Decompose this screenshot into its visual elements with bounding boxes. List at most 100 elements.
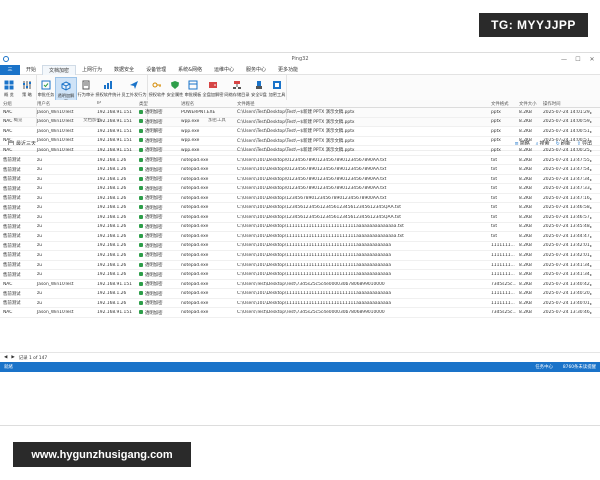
- row-expand-icon[interactable]: ▸: [590, 243, 600, 248]
- ribbon-button[interactable]: 网络存储目录: [224, 77, 250, 99]
- table-cell: zu: [37, 243, 43, 249]
- row-expand-icon[interactable]: ▸: [590, 148, 600, 153]
- column-header[interactable]: IP: [94, 101, 136, 106]
- table-row[interactable]: 售前测试 zu 192.168.1.26 透明加密 notepad.exe C:\User…: [0, 156, 600, 166]
- table-row[interactable]: 售前测试 zu 192.168.1.26 透明加密 notepad.exe C:\User…: [0, 289, 600, 299]
- table-row[interactable]: NAC Jason_Win10Test 192.168.91.151 透明加密 wpp.…: [0, 118, 600, 128]
- table-row[interactable]: 售前测试 zu 192.168.1.26 透明加密 notepad.exe C:\User…: [0, 184, 600, 194]
- row-expand-icon[interactable]: ▸: [590, 263, 600, 268]
- ribbon-button-label: 策 略: [22, 92, 32, 97]
- ribbon-button[interactable]: 行为审计: [77, 77, 95, 99]
- menu-item[interactable]: 更多功能: [272, 65, 304, 75]
- table-cell: NAC: [3, 147, 13, 153]
- table-cell: 透明加密: [136, 195, 178, 201]
- table-row[interactable]: 售前测试 zu 192.168.1.26 透明加密 notepad.exe C:\User…: [0, 203, 600, 214]
- table-cell: C:\Users\101\Desktop\0123456789012345678…: [237, 157, 387, 163]
- row-expand-icon[interactable]: ▸: [590, 177, 600, 182]
- table-row[interactable]: 售前测试 zu 192.168.1.26 透明加密 notepad.exe C:\User…: [0, 242, 600, 252]
- table-cell: zu: [37, 300, 43, 306]
- row-expand-icon[interactable]: ▸: [590, 196, 600, 201]
- ribbon-button[interactable]: 授权软件统计: [95, 77, 121, 99]
- column-header[interactable]: 用户名: [34, 101, 94, 107]
- table-row[interactable]: 售前测试 zu 192.168.1.26 透明加密 notepad.exe C:\User…: [0, 213, 600, 223]
- menu-item[interactable]: 运维中心: [208, 65, 240, 75]
- table-row[interactable]: 售前测试 zu 192.168.1.26 透明加密 notepad.exe C:\User…: [0, 223, 600, 233]
- row-expand-icon[interactable]: ▸: [590, 215, 600, 220]
- ribbon-button-label: 行为审计: [77, 92, 95, 97]
- menu-item[interactable]: 数据安全: [108, 65, 140, 75]
- row-expand-icon[interactable]: ▸: [590, 291, 600, 296]
- table-row[interactable]: 售前测试 zu 192.168.1.26 透明加密 notepad.exe C:\User…: [0, 194, 600, 204]
- menu-home-button[interactable]: 三: [0, 64, 20, 75]
- ribbon-button[interactable]: 安全属性: [166, 77, 184, 99]
- table-row[interactable]: 售前测试 zu 192.168.1.26 透明加密 notepad.exe C:\User…: [0, 232, 600, 242]
- row-expand-icon[interactable]: ▸: [590, 205, 600, 210]
- ribbon-button[interactable]: 员工外发行为: [121, 77, 147, 99]
- notification-link[interactable]: 8760条未读提醒: [563, 364, 596, 370]
- menu-item[interactable]: 设备管理: [140, 65, 172, 75]
- column-header[interactable]: 文件大小: [516, 101, 540, 107]
- ribbon-button[interactable]: 审批任务: [37, 77, 55, 99]
- table-row[interactable]: 售前测试 zu 192.168.1.26 透明加密 notepad.exe C:\User…: [0, 165, 600, 175]
- column-header[interactable]: 类型: [136, 101, 178, 107]
- maximize-icon[interactable]: ☐: [574, 55, 582, 63]
- table-cell: C:\Users\101\Desktop\1111111111111111111…: [237, 224, 404, 230]
- row-expand-icon[interactable]: ▸: [590, 110, 600, 115]
- table-cell: wpp.exe: [181, 138, 200, 144]
- row-expand-icon[interactable]: ▸: [590, 310, 600, 315]
- row-expand-icon[interactable]: ▸: [590, 224, 600, 229]
- menu-item[interactable]: 上网行为: [76, 65, 108, 75]
- table-row[interactable]: 售前测试 zu 192.168.1.26 透明加密 notepad.exe C:\User…: [0, 175, 600, 185]
- row-expand-icon[interactable]: ▸: [590, 234, 600, 239]
- column-header[interactable]: 分组: [0, 101, 34, 107]
- menu-item[interactable]: 开始: [20, 65, 42, 75]
- row-expand-icon[interactable]: ▸: [590, 158, 600, 163]
- menu-item[interactable]: 系统&网络: [172, 65, 208, 75]
- table-cell: 192.168.1.26: [97, 214, 127, 220]
- table-row[interactable]: NAC Jason_Win10Test 192.168.91.151 透明加密 note…: [0, 280, 600, 290]
- row-expand-icon[interactable]: ▸: [590, 301, 600, 306]
- table-row[interactable]: 售前测试 zu 192.168.1.26 透明加密 notepad.exe C:\User…: [0, 270, 600, 280]
- ribbon-button[interactable]: 策 略: [18, 77, 36, 99]
- table-row[interactable]: NAC Jason_Win10Test 192.168.91.151 透明加密 wpp.…: [0, 137, 600, 147]
- row-expand-icon[interactable]: ▸: [590, 129, 600, 134]
- table-row[interactable]: 售前测试 zu 192.168.1.26 透明加密 notepad.exe C:\User…: [0, 299, 600, 309]
- table-row[interactable]: NAC Jason_Win10Test 192.168.91.151 透明加密 POWE…: [0, 108, 600, 118]
- table-cell: 售前测试: [3, 196, 21, 202]
- column-header[interactable]: 文件路径: [234, 101, 488, 107]
- ribbon-button[interactable]: 概 览: [0, 77, 18, 99]
- table-cell: zu: [37, 167, 43, 173]
- row-expand-icon[interactable]: ▸: [590, 167, 600, 172]
- table-row[interactable]: NAC Jason_Win10Test 192.168.91.151 透明加密 wpp.…: [0, 146, 600, 156]
- column-header[interactable]: 进程名: [178, 101, 234, 107]
- row-expand-icon[interactable]: ▸: [590, 282, 600, 287]
- table-row[interactable]: NAC Jason_Win10Test 192.168.91.151 透明加密 note…: [0, 308, 600, 319]
- ribbon-button[interactable]: 审批模板: [184, 77, 202, 99]
- table-row[interactable]: 售前测试 zu 192.168.1.26 透明加密 notepad.exe C:\User…: [0, 261, 600, 271]
- table-cell: 8.2KB: [519, 138, 532, 144]
- ribbon-button[interactable]: 安全U盘: [250, 77, 268, 99]
- table-row[interactable]: 售前测试 zu 192.168.1.26 透明加密 notepad.exe C:\User…: [0, 251, 600, 261]
- row-expand-icon[interactable]: ▸: [590, 186, 600, 191]
- column-header[interactable]: 操作时间: [540, 101, 590, 107]
- table-row[interactable]: NAC Jason_Win10Test 192.168.91.151 透明解密 wpp.…: [0, 127, 600, 137]
- menu-item[interactable]: 文档加密: [42, 64, 77, 75]
- prev-page-button[interactable]: ◀: [4, 355, 7, 360]
- ribbon-button[interactable]: 授权软件: [148, 77, 166, 99]
- close-icon[interactable]: ✕: [588, 55, 596, 63]
- row-expand-icon[interactable]: ▸: [590, 119, 600, 124]
- menu-item[interactable]: 服务中心: [240, 65, 272, 75]
- ribbon-button[interactable]: 加密工具: [268, 77, 286, 99]
- next-page-button[interactable]: ▶: [11, 355, 14, 360]
- row-expand-icon[interactable]: ▸: [590, 253, 600, 258]
- minimize-icon[interactable]: —: [560, 55, 568, 63]
- task-center-link[interactable]: 任务中心: [535, 364, 553, 370]
- row-expand-icon[interactable]: ▸: [590, 272, 600, 277]
- table-cell: txt: [491, 214, 498, 220]
- ribbon-button[interactable]: 全盘加解密: [202, 77, 224, 99]
- row-expand-icon[interactable]: ▸: [590, 138, 600, 143]
- lock-icon: [139, 147, 143, 152]
- column-header[interactable]: 文件格式: [488, 101, 516, 107]
- table-cell: 1111111...: [491, 243, 515, 249]
- ribbon-button-label: 概 览: [4, 92, 14, 97]
